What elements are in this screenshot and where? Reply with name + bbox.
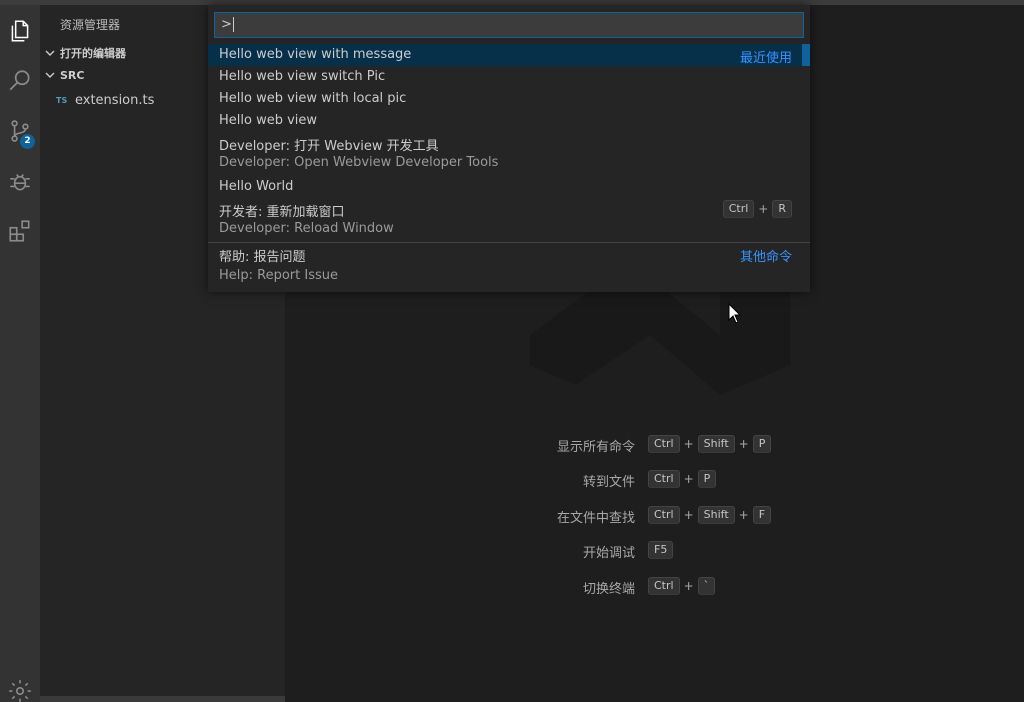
chevron-down-icon — [40, 48, 60, 58]
command-item[interactable]: Developer: 打开 Webview 开发工具 Developer: Op… — [208, 132, 810, 176]
shortcut-row: 开始调试 F5 — [285, 539, 1024, 563]
key-plus: + — [683, 437, 694, 451]
command-label: 开发者: 重新加载窗口 — [219, 205, 345, 220]
command-palette: > Hello web view with message 最近使用 Hello… — [208, 5, 810, 292]
command-label: Hello web view with message — [219, 47, 412, 62]
command-label: Developer: 打开 Webview 开发工具 — [219, 139, 439, 154]
section-label: SRC — [60, 68, 85, 82]
key: Shift — [697, 435, 735, 453]
sidebar-scrollbar[interactable] — [40, 696, 285, 702]
text-caret — [232, 17, 234, 32]
key: P — [752, 435, 772, 453]
recently-used-label: 最近使用 — [739, 51, 792, 66]
search-icon[interactable] — [0, 59, 40, 103]
chevron-down-icon — [40, 70, 60, 80]
sidebar-title: 资源管理器 — [60, 18, 121, 32]
shortcut-label: 显示所有命令 — [556, 440, 635, 455]
activity-bar: 2 — [0, 5, 40, 702]
shortcut-label: 切换终端 — [582, 582, 635, 597]
key: Ctrl — [648, 577, 680, 595]
command-detail: Developer: Open Webview Developer Tools — [219, 155, 499, 170]
gear-icon[interactable] — [0, 669, 40, 702]
extensions-icon[interactable] — [0, 209, 40, 253]
command-item[interactable]: Hello web view switch Pic — [208, 66, 810, 88]
command-label: Hello web view switch Pic — [219, 69, 386, 84]
section-label: 打开的编辑器 — [60, 47, 126, 60]
shortcut-label: 转到文件 — [582, 475, 635, 490]
input-value: > — [221, 17, 232, 32]
source-control-icon[interactable]: 2 — [0, 109, 40, 153]
shortcut-label: 在文件中查找 — [556, 511, 635, 526]
key: Ctrl — [648, 470, 680, 488]
typescript-file-icon: TS — [56, 95, 68, 105]
command-label: Hello World — [219, 179, 294, 194]
shortcut-row: 转到文件 Ctrl + P — [285, 468, 1024, 492]
explorer-icon[interactable] — [0, 9, 40, 53]
key: R — [772, 200, 792, 218]
command-label: 帮助: 报告问题 — [219, 250, 306, 265]
command-item[interactable]: Hello web view — [208, 110, 810, 132]
command-item[interactable]: Hello web view with local pic — [208, 88, 810, 110]
scrollbar-thumb[interactable] — [802, 44, 810, 66]
command-label: Hello web view — [219, 113, 318, 128]
command-detail: Help: Report Issue — [219, 268, 338, 283]
shortcut-label: 开始调试 — [582, 546, 635, 561]
key: P — [697, 470, 717, 488]
command-detail: Developer: Reload Window — [219, 221, 394, 236]
command-item[interactable]: 开发者: 重新加载窗口 Developer: Reload Window Ctr… — [208, 198, 810, 242]
shortcut-row: 显示所有命令 Ctrl + Shift + P — [285, 433, 1024, 457]
command-palette-input[interactable]: > — [214, 12, 804, 38]
key: Shift — [697, 506, 735, 524]
key: ` — [697, 577, 716, 595]
mouse-pointer-icon — [728, 303, 742, 324]
key-plus: + — [738, 508, 749, 522]
debug-icon[interactable] — [0, 159, 40, 203]
scm-badge: 2 — [20, 134, 35, 149]
key: F5 — [648, 541, 674, 559]
command-label: Hello web view with local pic — [219, 91, 407, 106]
other-commands-label: 其他命令 — [739, 250, 792, 265]
command-item[interactable]: Hello World — [208, 176, 810, 198]
command-item[interactable]: 帮助: 报告问题 其他命令 Help: Report Issue — [208, 243, 810, 289]
key-plus: + — [683, 472, 694, 486]
key-plus: + — [683, 579, 694, 593]
key: Ctrl — [722, 200, 755, 218]
key: F — [752, 506, 772, 524]
command-item[interactable]: Hello web view with message 最近使用 — [208, 44, 810, 66]
shortcut-row: 切换终端 Ctrl + ` — [285, 575, 1024, 599]
key: Ctrl — [648, 435, 680, 453]
key-plus: + — [738, 437, 749, 451]
shortcut-row: 在文件中查找 Ctrl + Shift + F — [285, 504, 1024, 528]
key-plus: + — [758, 202, 769, 216]
key-plus: + — [683, 508, 694, 522]
key: Ctrl — [648, 506, 680, 524]
file-label: extension.ts — [75, 92, 155, 108]
